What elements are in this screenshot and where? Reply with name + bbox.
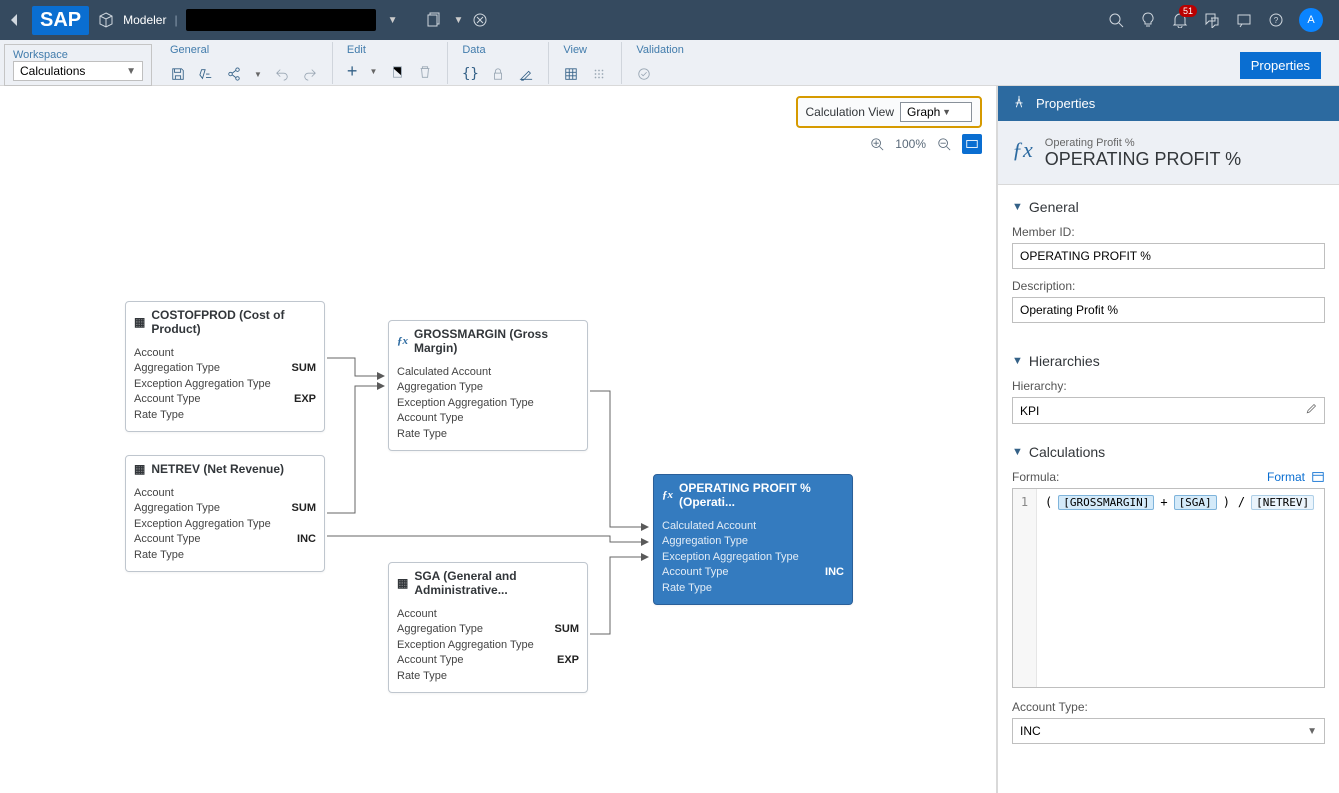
- description-label: Description:: [1012, 279, 1325, 293]
- zoom-level: 100%: [895, 137, 926, 151]
- table-icon: ▦: [397, 576, 408, 590]
- zoom-bar: 100%: [867, 134, 982, 154]
- svg-text:?: ?: [1274, 16, 1279, 25]
- chat-icon[interactable]: [1203, 11, 1221, 29]
- account-type-label: Account Type:: [1012, 700, 1325, 714]
- table-icon: ▦: [134, 315, 145, 329]
- properties-subtitle: Operating Profit %: [1045, 137, 1241, 149]
- redo-icon[interactable]: [302, 66, 318, 82]
- preferences-icon[interactable]: [198, 66, 214, 82]
- properties-header: ƒx Operating Profit % OPERATING PROFIT %: [998, 121, 1339, 185]
- member-id-label: Member ID:: [1012, 225, 1325, 239]
- section-hierarchies-toggle[interactable]: ▼Hierarchies: [1012, 353, 1325, 369]
- dots-icon[interactable]: [591, 66, 607, 82]
- feedback-icon[interactable]: [1235, 11, 1253, 29]
- back-icon[interactable]: [6, 11, 24, 29]
- chevron-down-icon: ▼: [1012, 201, 1023, 213]
- zoom-out-icon[interactable]: [934, 134, 954, 154]
- chevron-down-icon: ▼: [1307, 726, 1317, 737]
- formula-label: Formula:: [1012, 470, 1059, 484]
- account-type-select[interactable]: INC ▼: [1012, 718, 1325, 744]
- group-validation: Validation: [636, 42, 684, 56]
- formula-token[interactable]: [SGA]: [1174, 495, 1217, 510]
- edit-icon[interactable]: [1305, 403, 1317, 418]
- member-id-input[interactable]: [1012, 243, 1325, 269]
- node-costofprod[interactable]: ▦ COSTOFPROD (Cost of Product) Account A…: [125, 301, 325, 432]
- delete-icon[interactable]: [417, 64, 433, 80]
- format-link[interactable]: Format: [1267, 470, 1325, 484]
- toolbar: Workspace Calculations ▼ General ▼ Edit …: [0, 40, 1339, 86]
- topbar: SAP Modeler | ▼ ▼ 51 ? A: [0, 0, 1339, 40]
- help-icon[interactable]: ?: [1267, 11, 1285, 29]
- node-operating-profit[interactable]: ƒx OPERATING PROFIT % (Operati... Calcul…: [653, 474, 853, 605]
- properties-button[interactable]: Properties: [1240, 52, 1321, 79]
- modeler-label: Modeler: [123, 13, 166, 27]
- chevron-down-icon[interactable]: ▼: [454, 15, 464, 26]
- chevron-down-icon[interactable]: ▼: [388, 15, 398, 26]
- fit-screen-icon[interactable]: [962, 134, 982, 154]
- group-data: Data: [462, 42, 534, 56]
- hierarchy-input[interactable]: KPI: [1012, 397, 1325, 424]
- grid-icon[interactable]: [563, 66, 579, 82]
- workspace-label: Workspace: [13, 47, 143, 61]
- fx-icon: ƒx: [662, 489, 673, 501]
- model-name-redacted[interactable]: [186, 9, 376, 31]
- highlight-icon[interactable]: [518, 66, 534, 82]
- canvas[interactable]: Calculation View Graph ▼ 100% ▦ COSTOFPR…: [0, 86, 997, 793]
- notifications-icon[interactable]: 51: [1171, 11, 1189, 29]
- add-icon[interactable]: +: [347, 61, 358, 82]
- group-general: General: [170, 42, 318, 56]
- lock-icon[interactable]: [490, 66, 506, 82]
- duplicate-icon[interactable]: [389, 64, 405, 80]
- group-edit: Edit: [347, 42, 433, 56]
- calculation-view-select[interactable]: Graph ▼: [900, 102, 972, 122]
- close-icon[interactable]: [471, 11, 489, 29]
- chevron-down-icon: ▼: [942, 107, 951, 117]
- zoom-in-icon[interactable]: [867, 134, 887, 154]
- node-netrev[interactable]: ▦ NETREV (Net Revenue) Account Aggregati…: [125, 455, 325, 572]
- description-input[interactable]: [1012, 297, 1325, 323]
- formula-editor[interactable]: 1 ( [GROSSMARGIN] + [SGA] ) / [NETREV]: [1012, 488, 1325, 688]
- chevron-down-icon: ▼: [1012, 355, 1023, 367]
- section-general-toggle[interactable]: ▼General: [1012, 199, 1325, 215]
- chevron-down-icon: ▼: [126, 66, 136, 77]
- calculation-view-bar: Calculation View Graph ▼: [796, 96, 983, 128]
- formula-token[interactable]: [GROSSMARGIN]: [1058, 495, 1154, 510]
- copy-icon[interactable]: [424, 11, 442, 29]
- hierarchy-label: Hierarchy:: [1012, 379, 1325, 393]
- share-icon[interactable]: [226, 66, 242, 82]
- properties-panel: Properties ƒx Operating Profit % OPERATI…: [997, 86, 1339, 793]
- undo-icon[interactable]: [274, 66, 290, 82]
- braces-icon[interactable]: {}: [462, 66, 478, 82]
- avatar[interactable]: A: [1299, 8, 1323, 32]
- validate-icon[interactable]: [636, 66, 652, 82]
- sap-logo: SAP: [32, 6, 89, 35]
- fx-icon: ƒx: [397, 335, 408, 347]
- chevron-down-icon: ▼: [1012, 446, 1023, 458]
- main: Calculation View Graph ▼ 100% ▦ COSTOFPR…: [0, 86, 1339, 793]
- fx-icon: ƒx: [1012, 137, 1033, 163]
- workspace-select[interactable]: Calculations ▼: [13, 61, 143, 81]
- formula-token[interactable]: [NETREV]: [1251, 495, 1314, 510]
- bulb-icon[interactable]: [1139, 11, 1157, 29]
- modeler-cube-icon[interactable]: [97, 11, 115, 29]
- notification-badge: 51: [1179, 5, 1197, 17]
- compass-icon: [1012, 95, 1026, 112]
- group-view: View: [563, 42, 607, 56]
- section-calculations-toggle[interactable]: ▼Calculations: [1012, 444, 1325, 460]
- node-grossmargin[interactable]: ƒx GROSSMARGIN (Gross Margin) Calculated…: [388, 320, 588, 451]
- search-icon[interactable]: [1107, 11, 1125, 29]
- properties-title: OPERATING PROFIT %: [1045, 149, 1241, 170]
- node-sga[interactable]: ▦ SGA (General and Administrative... Acc…: [388, 562, 588, 693]
- save-icon[interactable]: [170, 66, 186, 82]
- table-icon: ▦: [134, 462, 145, 476]
- properties-panel-header: Properties: [998, 86, 1339, 121]
